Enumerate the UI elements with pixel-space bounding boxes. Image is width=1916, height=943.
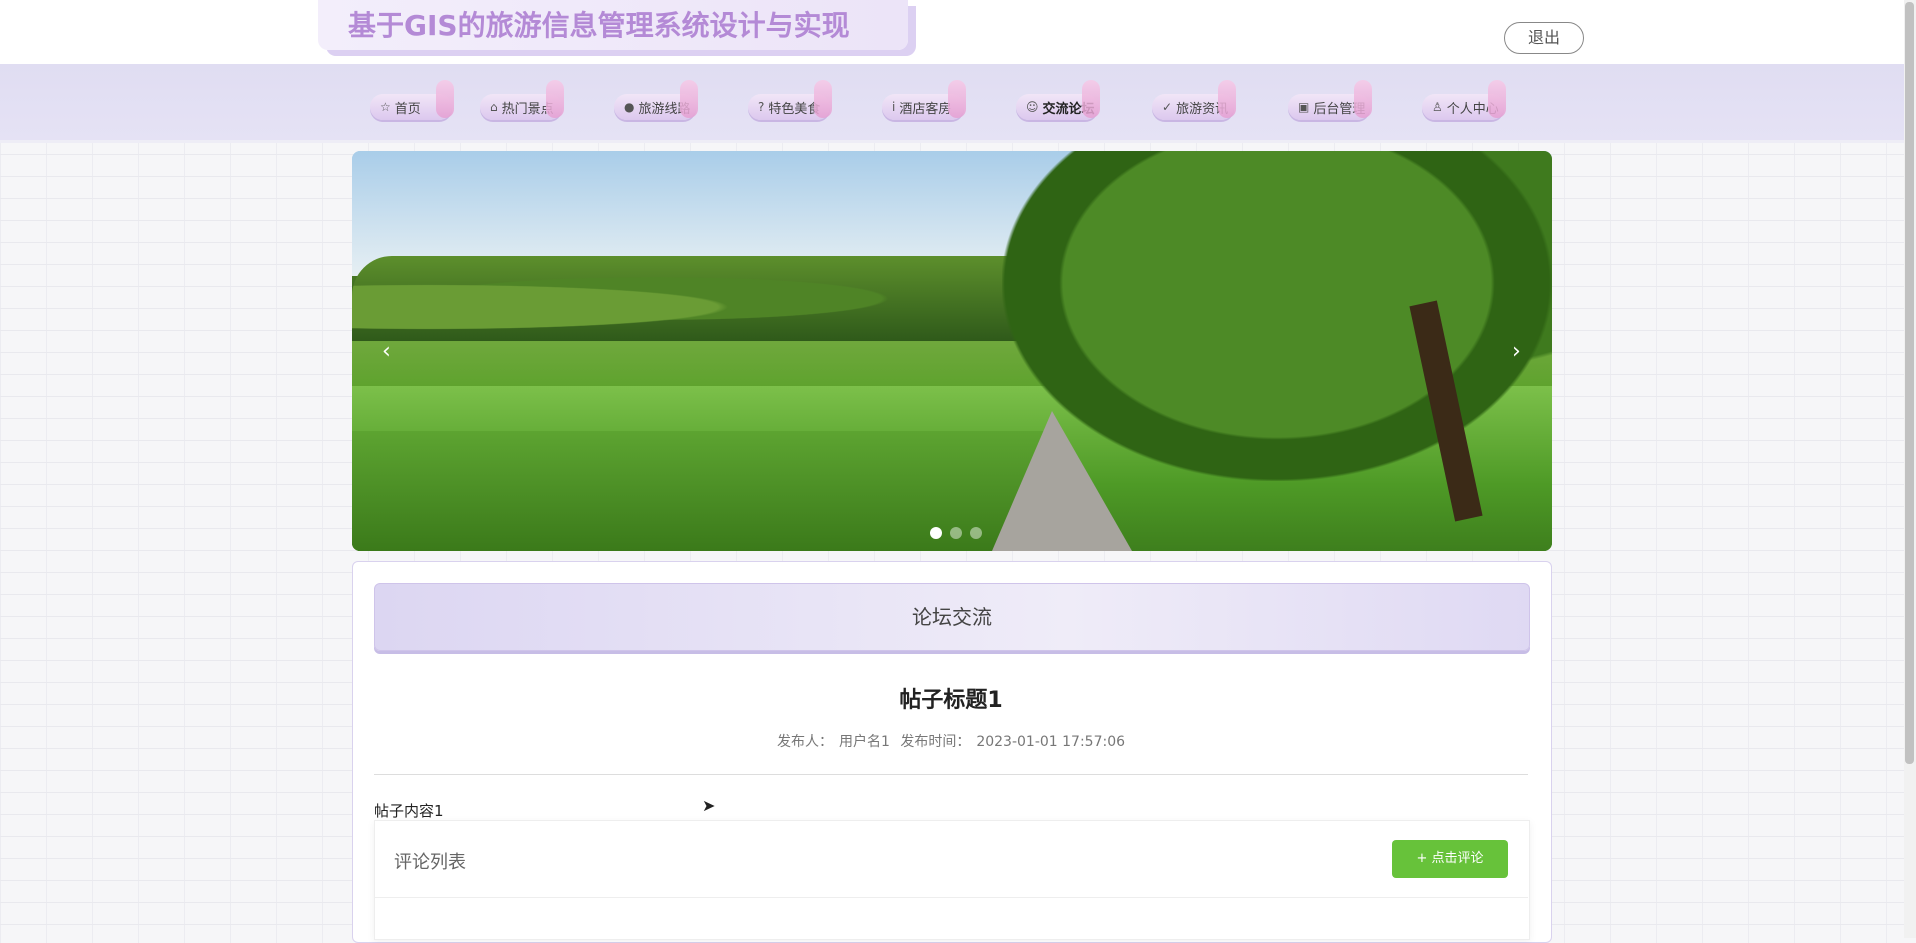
- nav-item-routes[interactable]: ● 旅游线路: [614, 80, 698, 120]
- nav-item-hotels[interactable]: i 酒店客房: [882, 80, 966, 120]
- bag-icon: ⌂: [490, 100, 498, 114]
- comments-panel: [374, 820, 1530, 940]
- site-title: 基于GIS的旅游信息管理系统设计与实现: [348, 9, 850, 42]
- nav-decoration: [1218, 80, 1236, 118]
- post-time: 2023-01-01 17:57:06: [976, 734, 1126, 750]
- user-icon: ♙: [1432, 100, 1443, 114]
- logout-button[interactable]: 退出: [1504, 22, 1584, 54]
- nav-decoration: [814, 80, 832, 118]
- author-label: 发布人：: [776, 734, 833, 750]
- check-circle-icon: ✓: [1162, 100, 1173, 114]
- nav-decoration: [1082, 80, 1100, 118]
- briefcase-icon: ▣: [1298, 100, 1310, 114]
- nav-item-attractions[interactable]: ⌂ 热门景点: [480, 80, 564, 120]
- author-name: 用户名1: [838, 734, 890, 750]
- scrollbar-thumb[interactable]: [1905, 2, 1914, 764]
- banner-tree: [1002, 151, 1552, 481]
- nav-item-home[interactable]: ☆ 首页: [370, 80, 454, 120]
- carousel-next-icon[interactable]: ›: [1512, 339, 1521, 364]
- nav-item-label: 酒店客房: [899, 101, 952, 117]
- nav-decoration: [546, 80, 564, 118]
- smile-icon: ☺: [1026, 100, 1039, 114]
- nav-decoration: [680, 80, 698, 118]
- carousel-dot[interactable]: [950, 527, 962, 539]
- time-label: 发布时间：: [900, 734, 971, 750]
- nav-decoration: [1354, 80, 1372, 118]
- carousel-dot[interactable]: [970, 527, 982, 539]
- add-comment-button[interactable]: + 点击评论: [1392, 840, 1508, 878]
- post-content: 帖子内容1: [374, 802, 444, 820]
- nav-decoration: [1488, 80, 1506, 118]
- info-icon: i: [892, 100, 896, 114]
- star-icon: ☆: [380, 100, 391, 114]
- nav-item-label: 特色美食: [768, 101, 821, 117]
- question-circle-icon: ?: [758, 100, 765, 114]
- divider: [374, 897, 1528, 898]
- divider: [374, 774, 1528, 775]
- nav-item-label: 首页: [394, 101, 421, 117]
- nav-item-admin[interactable]: ▣ 后台管理: [1288, 80, 1372, 120]
- nav-decoration: [436, 80, 454, 118]
- top-bar: [0, 0, 1904, 64]
- carousel-dot[interactable]: [930, 527, 942, 539]
- section-title: 论坛交流: [374, 583, 1530, 651]
- comments-heading: 评论列表: [394, 852, 466, 873]
- nav-item-forum[interactable]: ☺ 交流论坛: [1016, 80, 1100, 120]
- mouse-cursor-icon: ➤: [702, 796, 716, 815]
- post-title: 帖子标题1: [899, 688, 1003, 713]
- nav-item-food[interactable]: ? 特色美食: [748, 80, 832, 120]
- post-meta: 发布人： 用户名1 发布时间： 2023-01-01 17:57:06: [374, 731, 1528, 751]
- nav-decoration: [948, 80, 966, 118]
- banner-treeline: [352, 256, 1112, 341]
- carousel-banner: ‹ ›: [352, 151, 1552, 551]
- info-circle-icon: ●: [624, 100, 635, 114]
- nav-item-profile[interactable]: ♙ 个人中心: [1422, 80, 1506, 120]
- nav-item-news[interactable]: ✓ 旅游资讯: [1152, 80, 1236, 120]
- carousel-prev-icon[interactable]: ‹: [382, 339, 391, 364]
- carousel-indicators: [930, 527, 982, 539]
